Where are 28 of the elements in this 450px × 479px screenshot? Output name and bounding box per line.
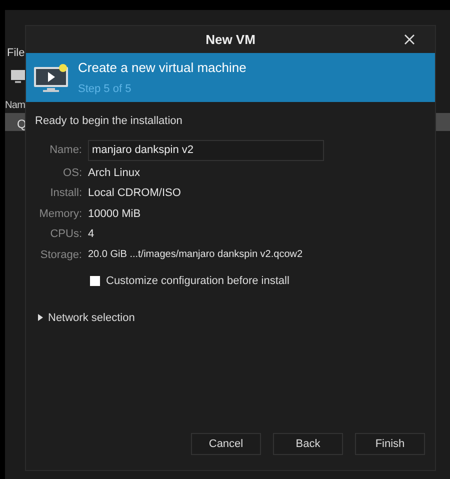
field-value: 4 — [88, 227, 96, 242]
checkbox-label[interactable]: Customize configuration before install — [106, 273, 290, 290]
field-label: Install: — [49, 186, 82, 201]
banner-title: Create a new virtual machine — [78, 59, 246, 77]
name-input[interactable]: manjaro dankspin v2 — [88, 140, 324, 160]
close-icon[interactable] — [404, 34, 415, 45]
monitor-icon[interactable] — [10, 68, 26, 84]
window-title: New VM — [206, 30, 256, 49]
dialog-button[interactable]: Finish — [355, 433, 425, 455]
field-value: Local CDROM/ISO — [88, 186, 182, 201]
monitor-icon — [33, 62, 69, 94]
banner-subtitle: Step 5 of 5 — [78, 82, 132, 96]
dialog-button[interactable]: Back — [273, 433, 343, 455]
expander-icon[interactable] — [38, 314, 43, 322]
dialog-button[interactable]: Cancel — [191, 433, 261, 455]
section-heading: Ready to begin the installation — [35, 114, 184, 129]
field-label: Name: — [48, 142, 82, 158]
field-value: Arch Linux — [88, 166, 141, 180]
menu-item[interactable]: File — [7, 45, 25, 62]
field-label: Memory: — [38, 206, 82, 222]
field-value: 20.0 GiB ...t/images/manjaro dankspin v2.qcow2 — [88, 248, 304, 262]
expander-label[interactable]: Network selection — [48, 310, 135, 326]
field-label: OS: — [62, 166, 82, 180]
field-value: 10000 MiB — [88, 206, 142, 222]
checkbox[interactable] — [90, 276, 100, 286]
field-label: CPUs: — [49, 227, 82, 242]
field-label: Storage: — [39, 248, 82, 262]
column-header[interactable]: Nam — [5, 98, 26, 113]
